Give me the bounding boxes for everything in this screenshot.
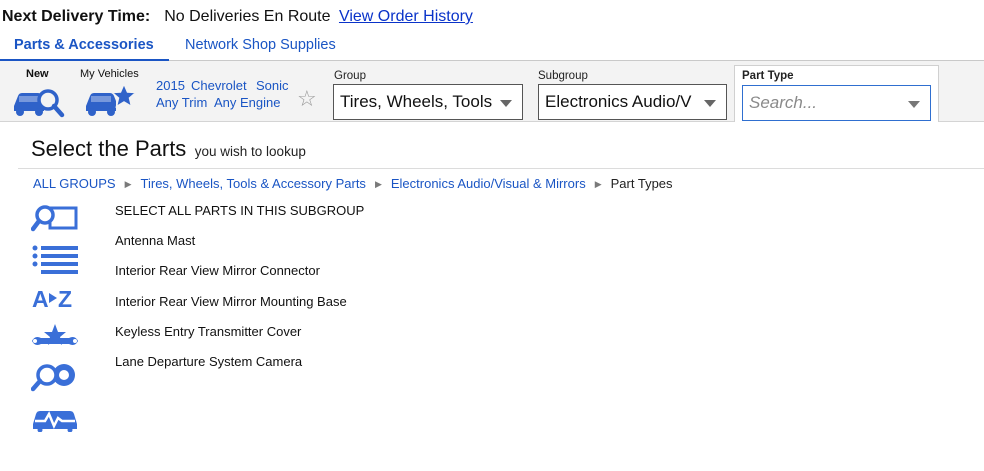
my-vehicles-label: My Vehicles bbox=[80, 68, 139, 80]
breadcrumb-current: Part Types bbox=[610, 176, 673, 191]
subgroup-select[interactable]: Electronics Audio/V bbox=[538, 84, 727, 120]
service-tools-icon[interactable] bbox=[31, 323, 79, 353]
svg-text:Z: Z bbox=[58, 286, 72, 312]
subgroup-label: Subgroup bbox=[538, 70, 588, 82]
search-tire-icon[interactable] bbox=[31, 362, 79, 392]
select-all-parts-link[interactable]: SELECT ALL PARTS IN THIS SUBGROUP bbox=[115, 203, 364, 218]
new-vehicle-label: New bbox=[26, 68, 49, 80]
diagnostic-car-icon[interactable] bbox=[31, 402, 79, 432]
svg-text:A: A bbox=[32, 286, 49, 312]
breadcrumb-separator-icon: ▶ bbox=[124, 179, 132, 189]
my-vehicles-icon[interactable] bbox=[84, 82, 138, 118]
part-item[interactable]: Interior Rear View Mirror Mounting Base bbox=[115, 294, 347, 309]
chevron-down-icon bbox=[908, 101, 920, 108]
breadcrumb-separator-icon: ▶ bbox=[374, 179, 382, 189]
breadcrumb-group[interactable]: Tires, Wheels, Tools & Accessory Parts bbox=[141, 176, 366, 191]
page-title-sub: you wish to lookup bbox=[194, 144, 306, 159]
part-item[interactable]: Antenna Mast bbox=[115, 233, 195, 248]
group-select-value: Tires, Wheels, Tools bbox=[340, 92, 493, 111]
tab-network-shop-supplies[interactable]: Network Shop Supplies bbox=[185, 37, 336, 53]
subgroup-select-value: Electronics Audio/V bbox=[545, 92, 692, 111]
page-title-main: Select the Parts bbox=[31, 136, 187, 161]
heading-divider bbox=[18, 168, 984, 169]
a-to-z-icon[interactable]: A Z bbox=[31, 284, 79, 314]
breadcrumb-subgroup[interactable]: Electronics Audio/Visual & Mirrors bbox=[391, 176, 586, 191]
vehicle-make-link[interactable]: Chevrolet bbox=[191, 78, 247, 93]
part-type-placeholder: Search... bbox=[749, 93, 818, 112]
part-item[interactable]: Keyless Entry Transmitter Cover bbox=[115, 324, 301, 339]
page-title: Select the Parts you wish to lookup bbox=[31, 136, 306, 162]
tab-parts-accessories[interactable]: Parts & Accessories bbox=[14, 37, 154, 53]
vehicle-year-link[interactable]: 2015 bbox=[156, 78, 185, 93]
vehicle-engine-link[interactable]: Any Engine bbox=[214, 95, 281, 110]
new-vehicle-search-icon[interactable] bbox=[11, 84, 65, 118]
breadcrumb-separator-icon: ▶ bbox=[594, 179, 602, 189]
favorite-star-icon[interactable]: ☆ bbox=[297, 86, 317, 112]
part-type-search-input[interactable]: Search... bbox=[742, 85, 931, 121]
chevron-down-icon bbox=[500, 100, 512, 107]
breadcrumb-all-groups[interactable]: ALL GROUPS bbox=[33, 176, 116, 191]
list-icon[interactable] bbox=[31, 244, 79, 274]
search-diagram-icon[interactable] bbox=[31, 203, 79, 233]
group-select[interactable]: Tires, Wheels, Tools bbox=[333, 84, 523, 120]
breadcrumb: ALL GROUPS ▶ Tires, Wheels, Tools & Access… bbox=[33, 176, 673, 191]
vehicle-model-link[interactable]: Sonic bbox=[256, 78, 289, 93]
chevron-down-icon bbox=[704, 100, 716, 107]
delivery-value: No Deliveries En Route bbox=[164, 8, 331, 25]
group-label: Group bbox=[334, 70, 366, 82]
vehicle-trim-link[interactable]: Any Trim bbox=[156, 95, 207, 110]
view-order-history-link[interactable]: View Order History bbox=[339, 8, 473, 25]
part-type-label: Part Type bbox=[742, 70, 794, 82]
delivery-status: Next Delivery Time: No Deliveries En Rout… bbox=[2, 8, 473, 26]
delivery-label: Next Delivery Time: bbox=[2, 8, 151, 25]
part-item[interactable]: Interior Rear View Mirror Connector bbox=[115, 263, 320, 278]
part-item[interactable]: Lane Departure System Camera bbox=[115, 354, 302, 369]
